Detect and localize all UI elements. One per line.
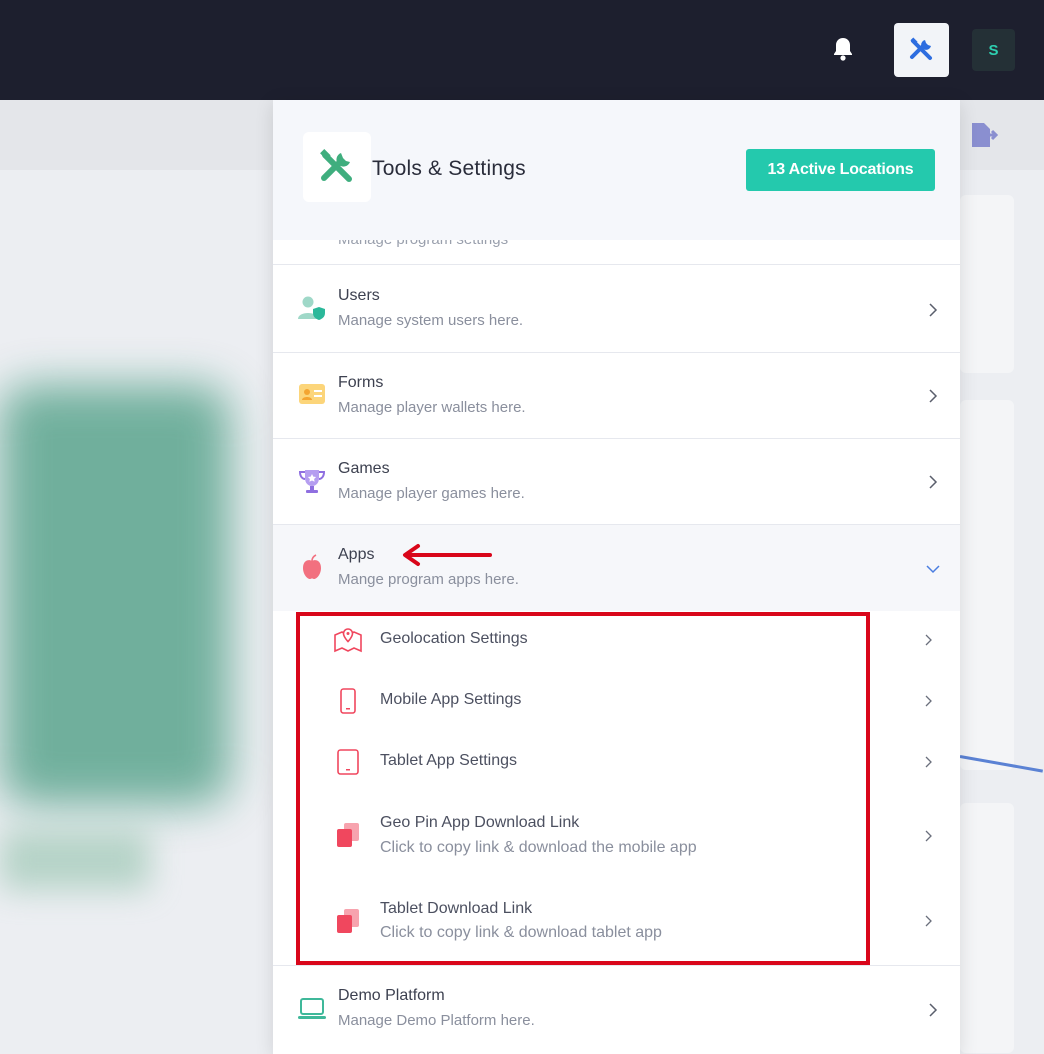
bell-icon[interactable] bbox=[831, 36, 855, 62]
background-card bbox=[960, 195, 1014, 373]
chevron-right-icon bbox=[925, 830, 932, 842]
chevron-right-icon bbox=[925, 634, 932, 646]
menu-item-title: Demo Platform bbox=[338, 987, 445, 1004]
menu-item-games[interactable]: Games Manage player games here. bbox=[273, 439, 960, 525]
menu-item-title: Users bbox=[338, 287, 380, 304]
background-chart-blur bbox=[0, 385, 230, 805]
menu-item-demo-platform[interactable]: Demo Platform Manage Demo Platform here. bbox=[273, 965, 960, 1054]
menu-item-apps[interactable]: Apps Mange program apps here. bbox=[273, 525, 960, 611]
menu-item-subtitle: Manage player games here. bbox=[338, 485, 525, 502]
menu-item-subtitle: Manage Demo Platform here. bbox=[338, 1012, 535, 1029]
tools-icon bbox=[909, 37, 932, 60]
user-shield-icon bbox=[297, 293, 327, 323]
menu-item-subtitle: Mange program apps here. bbox=[338, 571, 519, 588]
background-card bbox=[960, 400, 1014, 770]
chevron-down-icon bbox=[926, 565, 940, 574]
tools-settings-button[interactable] bbox=[894, 23, 949, 77]
top-bar: S bbox=[0, 0, 1044, 100]
background-card bbox=[960, 803, 1014, 1053]
menu-item-subtitle: Manage program settings bbox=[338, 240, 508, 248]
trophy-icon bbox=[297, 466, 327, 496]
chevron-right-icon bbox=[925, 756, 932, 768]
chevron-right-icon bbox=[925, 915, 932, 927]
annotation-highlight-box bbox=[296, 612, 870, 965]
chevron-right-icon bbox=[929, 303, 938, 317]
logout-icon bbox=[972, 123, 998, 147]
background-blur bbox=[0, 830, 150, 890]
menu-item-title: Apps bbox=[338, 546, 375, 563]
user-avatar[interactable]: S bbox=[972, 29, 1015, 71]
annotation-arrow-icon bbox=[403, 544, 492, 566]
menu-item-title: Forms bbox=[338, 374, 384, 391]
apple-icon bbox=[297, 552, 327, 582]
menu-item-users[interactable]: Users Manage system users here. bbox=[273, 266, 960, 353]
tools-icon bbox=[320, 149, 352, 182]
chevron-right-icon bbox=[929, 1003, 938, 1017]
panel-title: Tools & Settings bbox=[372, 157, 526, 180]
chevron-right-icon bbox=[925, 695, 932, 707]
active-locations-badge[interactable]: 13 Active Locations bbox=[746, 149, 935, 191]
menu-item-settings-partial[interactable]: Manage program settings bbox=[273, 240, 960, 265]
id-card-icon bbox=[297, 379, 327, 409]
tools-settings-header-icon bbox=[303, 132, 371, 202]
laptop-icon bbox=[297, 994, 327, 1024]
menu-item-title: Games bbox=[338, 460, 390, 477]
chevron-right-icon bbox=[929, 389, 938, 403]
chevron-right-icon bbox=[929, 475, 938, 489]
menu-item-forms[interactable]: Forms Manage player wallets here. bbox=[273, 353, 960, 439]
panel-header: Tools & Settings 13 Active Locations bbox=[273, 100, 960, 240]
menu-item-subtitle: Manage system users here. bbox=[338, 312, 524, 329]
menu-item-subtitle: Manage player wallets here. bbox=[338, 399, 526, 416]
